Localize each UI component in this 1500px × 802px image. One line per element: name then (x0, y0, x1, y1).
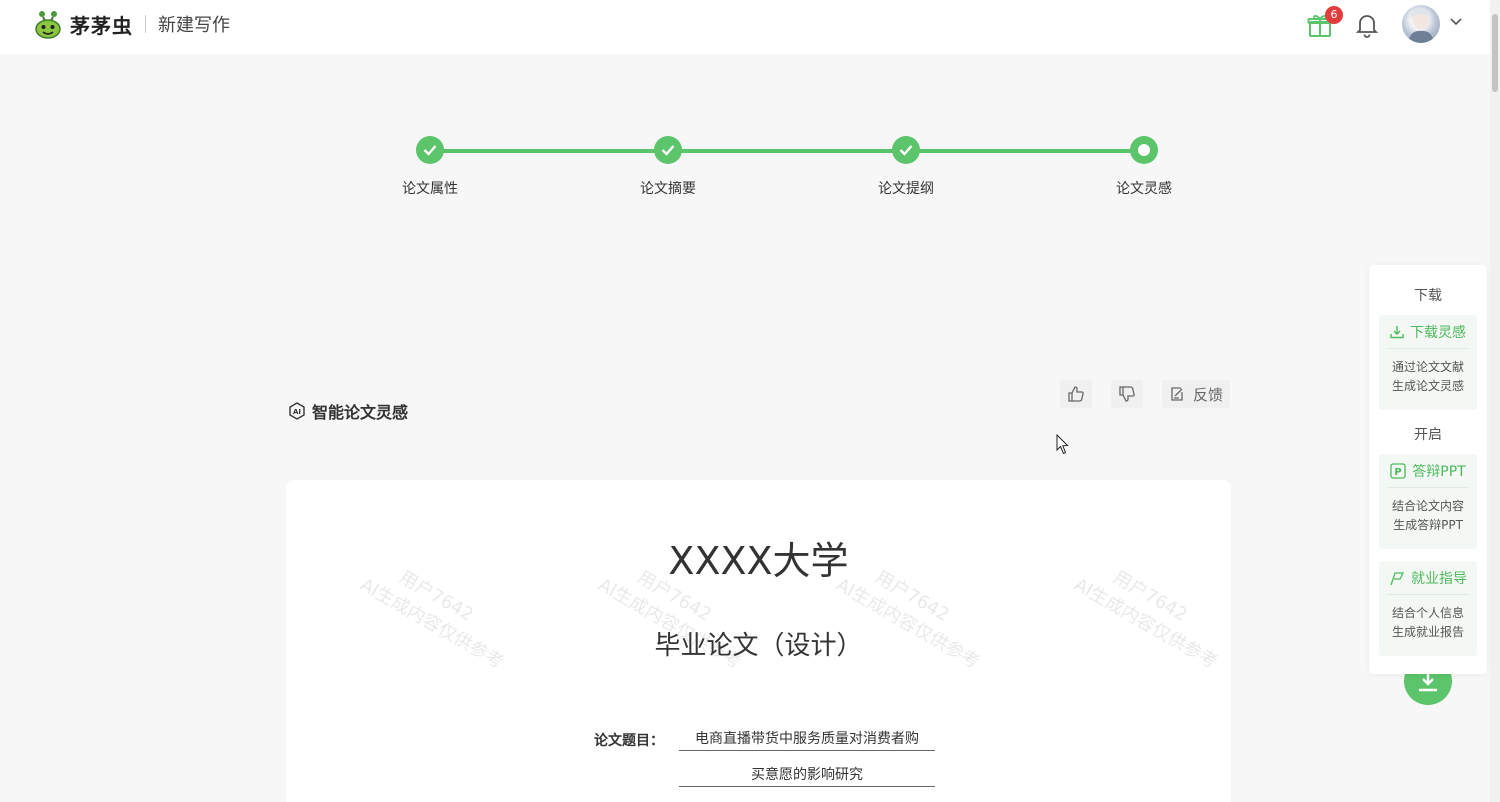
user-avatar[interactable] (1402, 5, 1440, 43)
download-heading: 下载 (1414, 288, 1442, 304)
career-guide-title: 就业指导 (1387, 561, 1469, 595)
scrollbar-thumb[interactable] (1492, 14, 1498, 92)
step-dot-inspiration[interactable] (1130, 136, 1158, 164)
svg-text:AI: AI (293, 408, 301, 416)
defense-ppt-title: P 答辩PPT (1387, 454, 1469, 488)
download-inspiration-desc: 通过论文文献 生成论文灵感 (1391, 360, 1464, 393)
thesis-document-preview: 用户7642 AI生成内容仅供参考 用户7642 AI生成内容仅供参考 用户76… (286, 480, 1231, 802)
step-label-attributes: 论文属性 (402, 181, 458, 197)
check-icon (423, 145, 437, 156)
page-title: 新建写作 (158, 15, 230, 36)
download-icon (1390, 325, 1404, 338)
step-label-abstract: 论文摘要 (640, 181, 696, 197)
brand-name: 茅茅虫 (70, 13, 133, 38)
avatar-portrait-icon (1408, 8, 1434, 43)
section-title: AI 智能论文灵感 (288, 399, 408, 423)
thumbs-up-icon (1068, 386, 1084, 402)
page-scrollbar[interactable] (1490, 0, 1500, 802)
feedback-label: 反馈 (1192, 385, 1223, 404)
defense-ppt-desc: 结合论文内容 生成答辩PPT (1391, 499, 1464, 532)
topic-line-2: 买意愿的影响研究 (679, 764, 935, 787)
bell-icon (1355, 15, 1379, 38)
brand-logo[interactable]: 茅茅虫 新建写作 (34, 9, 230, 39)
topic-label: 论文题目： (594, 733, 664, 749)
progress-steps: 论文属性 论文摘要 论文提纲 论文灵感 (0, 134, 1500, 204)
step-label-inspiration: 论文灵感 (1116, 181, 1172, 197)
check-icon (661, 145, 675, 156)
like-button[interactable] (1060, 380, 1092, 408)
ppt-icon: P (1390, 462, 1406, 479)
edit-note-icon (1171, 387, 1183, 401)
step-dot-outline[interactable] (892, 136, 920, 164)
notification-button[interactable] (1355, 12, 1379, 42)
mouse-cursor-icon (1056, 434, 1069, 455)
thumbs-down-icon (1119, 386, 1135, 402)
download-inspiration-title: 下载灵感 (1387, 315, 1469, 349)
chevron-down-icon[interactable] (1449, 17, 1463, 27)
defense-ppt-card[interactable]: P 答辩PPT 结合论文内容 生成答辩PPT (1379, 454, 1477, 549)
feedback-button[interactable]: 反馈 (1162, 380, 1230, 408)
section-title-text: 智能论文灵感 (312, 403, 409, 422)
svg-text:P: P (1395, 467, 1402, 478)
gift-count-badge: 6 (1325, 6, 1343, 24)
step-dot-abstract[interactable] (654, 136, 682, 164)
step-connector (430, 149, 1144, 153)
side-tool-panel: 下载 下载灵感 通过论文文献 生成论文灵感 开启 P 答辩PPT 结合论文内容 … (1369, 265, 1487, 674)
career-flag-icon (1390, 571, 1405, 585)
topic-line-1: 电商直播带货中服务质量对消费者购 (679, 728, 935, 751)
university-name: XXXX大学 (668, 539, 849, 583)
open-heading: 开启 (1414, 427, 1442, 443)
ai-badge-icon: AI (289, 402, 305, 420)
career-guide-card[interactable]: 就业指导 结合个人信息 生成就业报告 (1379, 561, 1477, 656)
dislike-button[interactable] (1111, 380, 1143, 408)
download-inspiration-card[interactable]: 下载灵感 通过论文文献 生成论文灵感 (1379, 315, 1477, 410)
download-icon (1419, 673, 1437, 692)
header-divider (145, 15, 146, 33)
career-guide-desc: 结合个人信息 生成就业报告 (1391, 606, 1464, 639)
top-header: 茅茅虫 新建写作 6 (0, 0, 1490, 54)
document-subtitle: 毕业论文（设计） (654, 631, 863, 661)
check-icon (899, 145, 913, 156)
step-dot-attributes[interactable] (416, 136, 444, 164)
bug-mascot-icon (35, 11, 61, 39)
step-label-outline: 论文提纲 (878, 181, 934, 197)
